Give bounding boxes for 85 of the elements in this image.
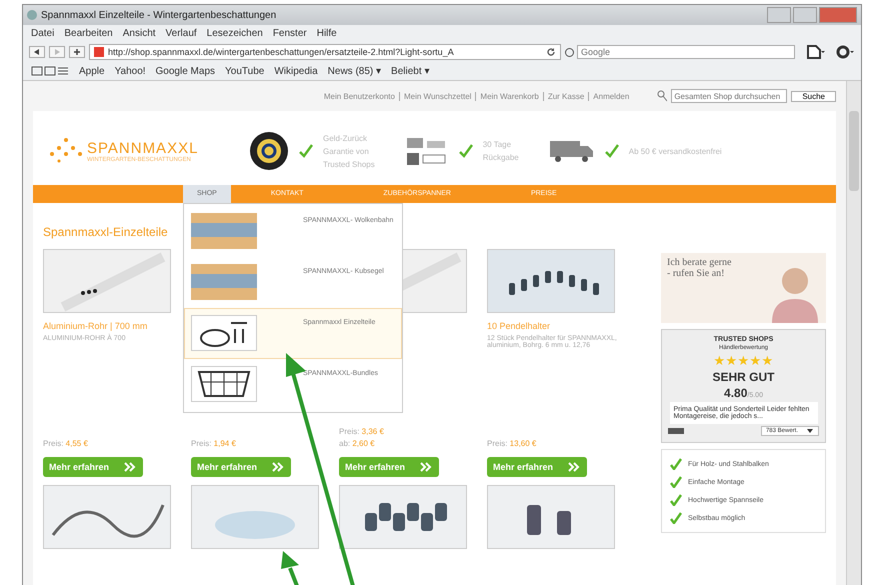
account-link[interactable]: Anmelden <box>588 92 630 100</box>
bookmark-link[interactable]: Yahoo! <box>114 66 146 76</box>
bookmark-link[interactable]: YouTube <box>225 66 264 76</box>
check-icon <box>670 494 682 506</box>
check-icon <box>670 512 682 524</box>
check-icon <box>458 144 473 158</box>
product-image[interactable] <box>43 485 171 549</box>
check-icon <box>604 144 619 158</box>
account-link[interactable]: Mein Warenkorb <box>475 92 539 100</box>
star-icon: ★ <box>738 353 750 368</box>
bookmark-link[interactable]: Google Maps <box>156 66 216 76</box>
product-image[interactable] <box>339 485 467 549</box>
banner-text: - rufen Sie an! <box>667 268 726 279</box>
feature-text: Rückgabe <box>482 152 519 164</box>
rating-verdict: SEHR GUT <box>712 370 774 384</box>
check-icon <box>299 144 313 158</box>
bookmark-link[interactable]: Apple <box>79 66 105 76</box>
logo-text: SPANNMAXXL <box>87 140 198 156</box>
caret-icon <box>806 428 814 434</box>
feature-text: 30 Tage <box>482 139 512 151</box>
price-text: ab: 2,60 € <box>339 439 376 448</box>
reload-icon[interactable] <box>546 47 556 57</box>
photo-placeholder <box>191 264 257 300</box>
star-icon: ★ <box>750 353 762 368</box>
more-button[interactable]: Mehr erfahren <box>487 457 587 477</box>
page-icon[interactable] <box>805 44 825 60</box>
account-link[interactable]: Zur Kasse <box>542 92 584 100</box>
feature-text: Garantie von <box>323 146 370 158</box>
more-button[interactable]: Mehr erfahren <box>191 457 291 477</box>
product-image[interactable] <box>487 249 615 313</box>
menu-item[interactable]: Verlauf <box>166 28 197 39</box>
scrollbar[interactable] <box>846 81 861 585</box>
add-button[interactable] <box>69 46 85 58</box>
more-button[interactable]: Mehr erfahren <box>339 457 439 477</box>
window-title: Spannmaxxl Einzelteile - Wintergartenbeschattungen <box>41 10 278 20</box>
star-icon: ★ <box>762 353 774 368</box>
rating-score: 4.80 <box>724 386 748 400</box>
browser-search-field[interactable]: Google <box>577 45 795 59</box>
feature-text: Ab 50 € versandkostenfrei <box>628 146 722 158</box>
menu-item[interactable]: Fenster <box>272 28 307 39</box>
feature-text: Geld-Zurück <box>323 132 368 144</box>
banner-text: Ich berate gerne <box>667 257 732 268</box>
chevrons-icon <box>123 461 137 473</box>
check-icon <box>670 458 682 470</box>
category-heading: Spannmaxxl-Einzelteile <box>43 224 168 241</box>
account-link[interactable]: Mein Benutzerkonto <box>324 92 395 100</box>
shop-search-field[interactable]: Gesamten Shop durchsuchen <box>671 89 788 103</box>
parts-sketch-icon <box>191 315 257 351</box>
globe-icon <box>27 10 37 20</box>
menu-item[interactable]: Lesezeichen <box>206 28 263 39</box>
more-button[interactable]: Mehr erfahren <box>43 457 143 477</box>
search-icon <box>565 48 574 56</box>
check-icon <box>670 476 682 488</box>
seal-icon <box>249 131 289 171</box>
product-image[interactable] <box>487 485 615 549</box>
key-icon <box>657 90 668 102</box>
chevrons-icon <box>567 461 581 473</box>
chevrons-icon <box>419 461 433 473</box>
bookmark-tools-icon[interactable] <box>31 65 69 77</box>
menu-item[interactable]: Hilfe <box>316 28 337 39</box>
menu-item[interactable]: Bearbeiten <box>64 28 113 39</box>
star-icon: ★ <box>714 353 726 368</box>
bookmark-link[interactable]: Wikipedia <box>274 66 318 76</box>
menu-item[interactable]: Ansicht <box>122 28 156 39</box>
price-text: Preis: 3,36 € <box>339 427 385 436</box>
back-button[interactable] <box>29 46 45 58</box>
advisor-banner[interactable]: Ich berate gerne - rufen Sie an! <box>661 253 826 323</box>
site-icon <box>94 47 104 57</box>
price-text: Preis: 13,60 € <box>487 439 538 448</box>
logo-icon <box>668 428 684 434</box>
price-text: Preis: 4,55 € <box>43 439 89 448</box>
search-button[interactable]: Suche <box>791 90 836 102</box>
feature-text: Trusted Shops <box>323 158 375 170</box>
account-link[interactable]: Mein Wunschzettel <box>398 92 472 100</box>
price-text: Preis: 1,94 € <box>191 439 237 448</box>
star-icon: ★ <box>726 353 738 368</box>
truck-icon <box>548 139 595 163</box>
bookmark-link[interactable]: Beliebt ▾ <box>391 65 430 77</box>
address-field[interactable]: http://shop.spannmaxxl.de/wintergartenbeschattungen/ersatzteile-2.html?Light-sortu_A <box>89 44 561 60</box>
photo-placeholder <box>191 213 257 249</box>
basket-icon <box>191 366 257 402</box>
chevrons-icon <box>271 461 285 473</box>
bookmark-link[interactable]: News (85) ▾ <box>328 65 382 77</box>
settings-icon[interactable] <box>835 44 855 60</box>
menu-item[interactable]: Datei <box>31 28 54 39</box>
